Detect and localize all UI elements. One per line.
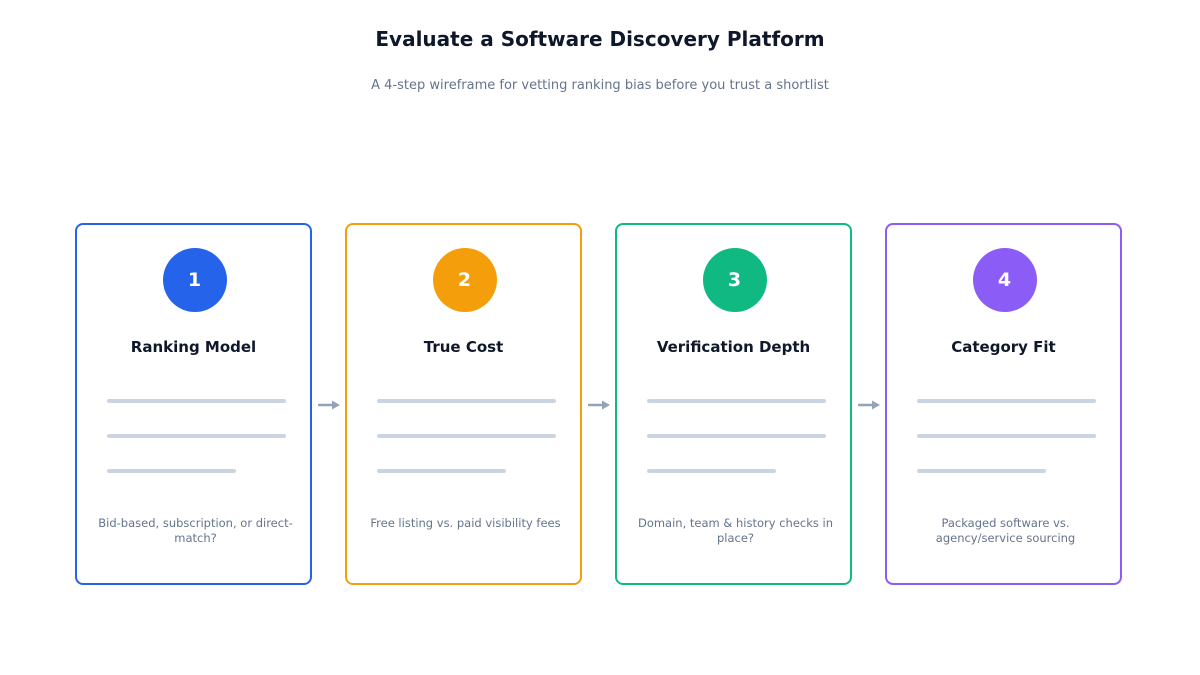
arrow-right-icon: [858, 400, 880, 410]
placeholder-line: [917, 434, 1096, 438]
placeholder-line: [647, 469, 776, 473]
step-title: True Cost: [423, 338, 504, 356]
arrow-right-icon: [588, 400, 610, 410]
page-subtitle: A 4-step wireframe for vetting ranking b…: [371, 78, 829, 93]
placeholder-line: [917, 469, 1046, 473]
step-number-badge: 4: [972, 248, 1037, 312]
placeholder-line: [377, 434, 556, 438]
step-title: Ranking Model: [130, 338, 257, 356]
arrow-right-icon: [318, 400, 340, 410]
step-card-category-fit: 4 Category Fit Packaged software vs. age…: [885, 223, 1122, 585]
placeholder-line: [377, 469, 506, 473]
step-title: Verification Depth: [656, 338, 811, 356]
step-description: Free listing vs. paid visibility fees: [370, 516, 561, 530]
placeholder-line: [377, 399, 556, 403]
step-number-badge: 3: [702, 248, 767, 312]
step-number-badge: 1: [162, 248, 227, 312]
step-description: Bid-based, subscription, or direct-match…: [98, 516, 293, 545]
page-title: Evaluate a Software Discovery Platform: [375, 27, 825, 51]
step-card-true-cost: 2 True Cost Free listing vs. paid visibi…: [345, 223, 582, 585]
placeholder-line: [107, 434, 286, 438]
step-title: Category Fit: [951, 338, 1056, 356]
placeholder-line: [647, 434, 826, 438]
placeholder-line: [647, 399, 826, 403]
step-description: Packaged software vs. agency/service sou…: [935, 516, 1076, 545]
step-card-ranking-model: 1 Ranking Model Bid-based, subscription,…: [75, 223, 312, 585]
step-number-badge: 2: [432, 248, 497, 312]
placeholder-line: [107, 469, 236, 473]
placeholder-line: [107, 399, 286, 403]
step-card-verification-depth: 3 Verification Depth Domain, team & hist…: [615, 223, 852, 585]
step-description: Domain, team & history checks in place?: [637, 516, 834, 545]
placeholder-line: [917, 399, 1096, 403]
